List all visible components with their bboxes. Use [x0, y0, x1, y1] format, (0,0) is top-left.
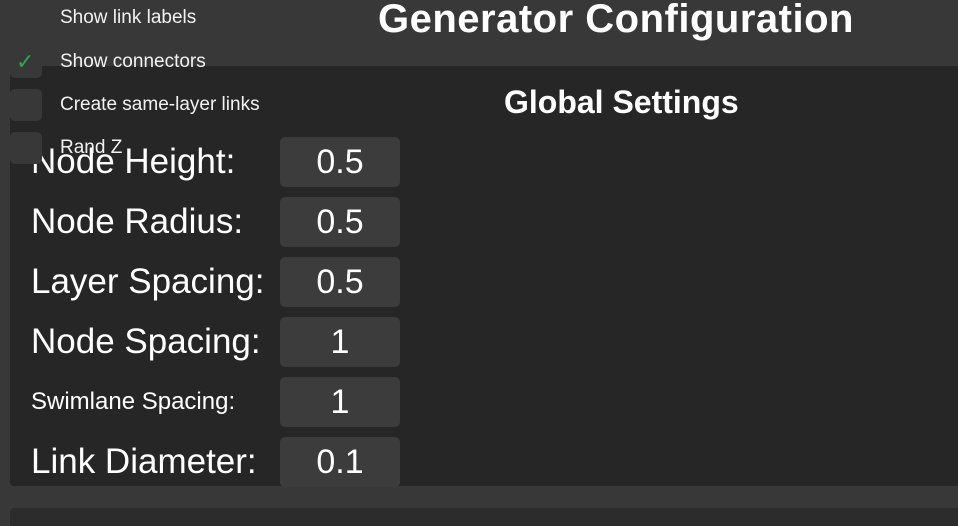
node-spacing-label: Node Spacing:: [31, 322, 261, 361]
window-title: Generator Configuration: [378, 0, 854, 41]
node-spacing-input[interactable]: [280, 317, 400, 367]
node-height-input[interactable]: [280, 137, 400, 187]
checkbox-row-create-same-layer-links[interactable]: Create same-layer links: [10, 89, 260, 121]
node-radius-label: Node Radius:: [31, 202, 244, 241]
show-link-labels-label: Show link labels: [60, 7, 197, 28]
bottom-panel: [10, 508, 958, 526]
checkbox-row-show-link-labels[interactable]: Show link labels: [10, 2, 196, 34]
checkbox-row-show-connectors[interactable]: ✓ Show connectors: [10, 46, 206, 78]
setting-row-link-diameter: Link Diameter:: [31, 437, 400, 487]
setting-row-layer-spacing: Layer Spacing:: [31, 257, 400, 307]
global-settings-heading: Global Settings: [504, 84, 739, 120]
rand-z-checkbox[interactable]: [10, 132, 42, 164]
setting-row-node-radius: Node Radius:: [31, 197, 400, 247]
checkmark-icon: ✓: [16, 49, 35, 74]
show-connectors-label: Show connectors: [60, 51, 206, 72]
link-diameter-input[interactable]: [280, 437, 400, 487]
setting-row-node-spacing: Node Spacing:: [31, 317, 400, 367]
checkbox-row-rand-z[interactable]: Rand Z: [10, 132, 122, 164]
layer-spacing-label: Layer Spacing:: [31, 262, 265, 301]
swimlane-spacing-input[interactable]: [280, 377, 400, 427]
swimlane-spacing-label: Swimlane Spacing:: [31, 388, 236, 415]
link-diameter-label: Link Diameter:: [31, 442, 257, 481]
create-same-layer-links-checkbox[interactable]: [10, 89, 42, 121]
generator-configuration-window: Generator Configuration Global Settings …: [0, 0, 958, 526]
setting-row-swimlane-spacing: Swimlane Spacing:: [31, 377, 400, 427]
layer-spacing-input[interactable]: [280, 257, 400, 307]
create-same-layer-links-label: Create same-layer links: [60, 94, 260, 115]
show-connectors-checkbox[interactable]: ✓: [10, 46, 42, 78]
rand-z-label: Rand Z: [60, 137, 123, 158]
show-link-labels-checkbox[interactable]: [10, 2, 42, 34]
node-radius-input[interactable]: [280, 197, 400, 247]
